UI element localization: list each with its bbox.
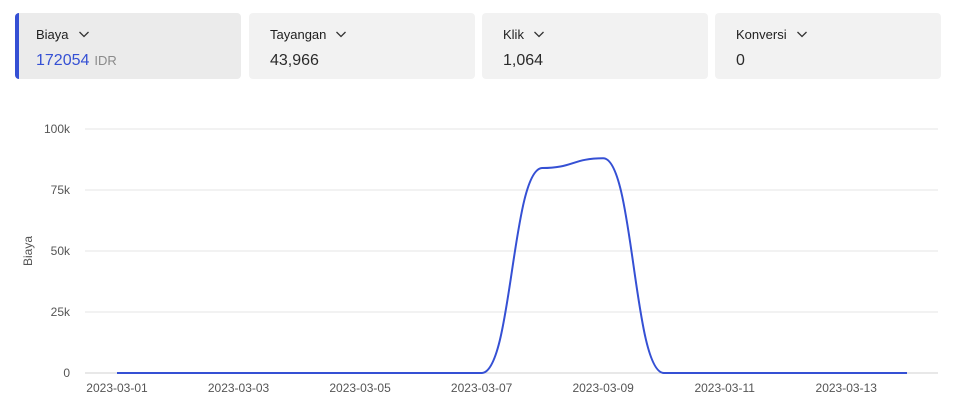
x-tick-label: 2023-03-13 [816, 381, 878, 395]
x-tick-label: 2023-03-09 [572, 381, 634, 395]
metric-label: Tayangan [270, 26, 327, 42]
y-tick-label: 75k [51, 183, 71, 197]
metric-label: Biaya [36, 26, 69, 42]
chevron-down-icon[interactable] [78, 28, 90, 40]
metric-label: Konversi [736, 26, 787, 42]
metric-value: 0 [736, 52, 745, 69]
chart-svg: 0 25k 50k 75k 100k Biaya 2023-03-01 2023-03-03 2… [21, 122, 938, 395]
y-axis-label: Biaya [21, 236, 35, 266]
metric-label: Klik [503, 26, 524, 42]
chevron-down-icon[interactable] [335, 28, 347, 40]
chevron-down-icon[interactable] [796, 28, 808, 40]
active-indicator [15, 13, 19, 79]
x-tick-label: 2023-03-01 [86, 381, 148, 395]
metric-card-biaya[interactable]: Biaya 172054 IDR [15, 13, 241, 79]
y-tick-label: 50k [51, 244, 71, 258]
metric-card-konversi[interactable]: Konversi 0 [715, 13, 941, 79]
x-tick-label: 2023-03-05 [329, 381, 391, 395]
y-tick-label: 25k [51, 305, 71, 319]
y-tick-label: 0 [63, 366, 70, 380]
metric-card-klik[interactable]: Klik 1,064 [482, 13, 708, 79]
metric-value: 1,064 [503, 52, 544, 69]
x-tick-label: 2023-03-03 [208, 381, 270, 395]
line-chart: 0 25k 50k 75k 100k Biaya 2023-03-01 2023-03-03 2… [0, 100, 960, 403]
metric-card-tayangan[interactable]: Tayangan 43,966 [249, 13, 475, 79]
chevron-down-icon[interactable] [533, 28, 545, 40]
y-tick-label: 100k [44, 122, 71, 136]
x-tick-label: 2023-03-11 [694, 381, 755, 395]
metric-value: 43,966 [270, 52, 319, 69]
metric-value: 172054 [36, 52, 90, 69]
x-tick-label: 2023-03-07 [451, 381, 513, 395]
metric-cards: Biaya 172054 IDR Tayangan 43,966 Klik 1,… [15, 13, 941, 79]
metric-unit: IDR [94, 53, 117, 68]
